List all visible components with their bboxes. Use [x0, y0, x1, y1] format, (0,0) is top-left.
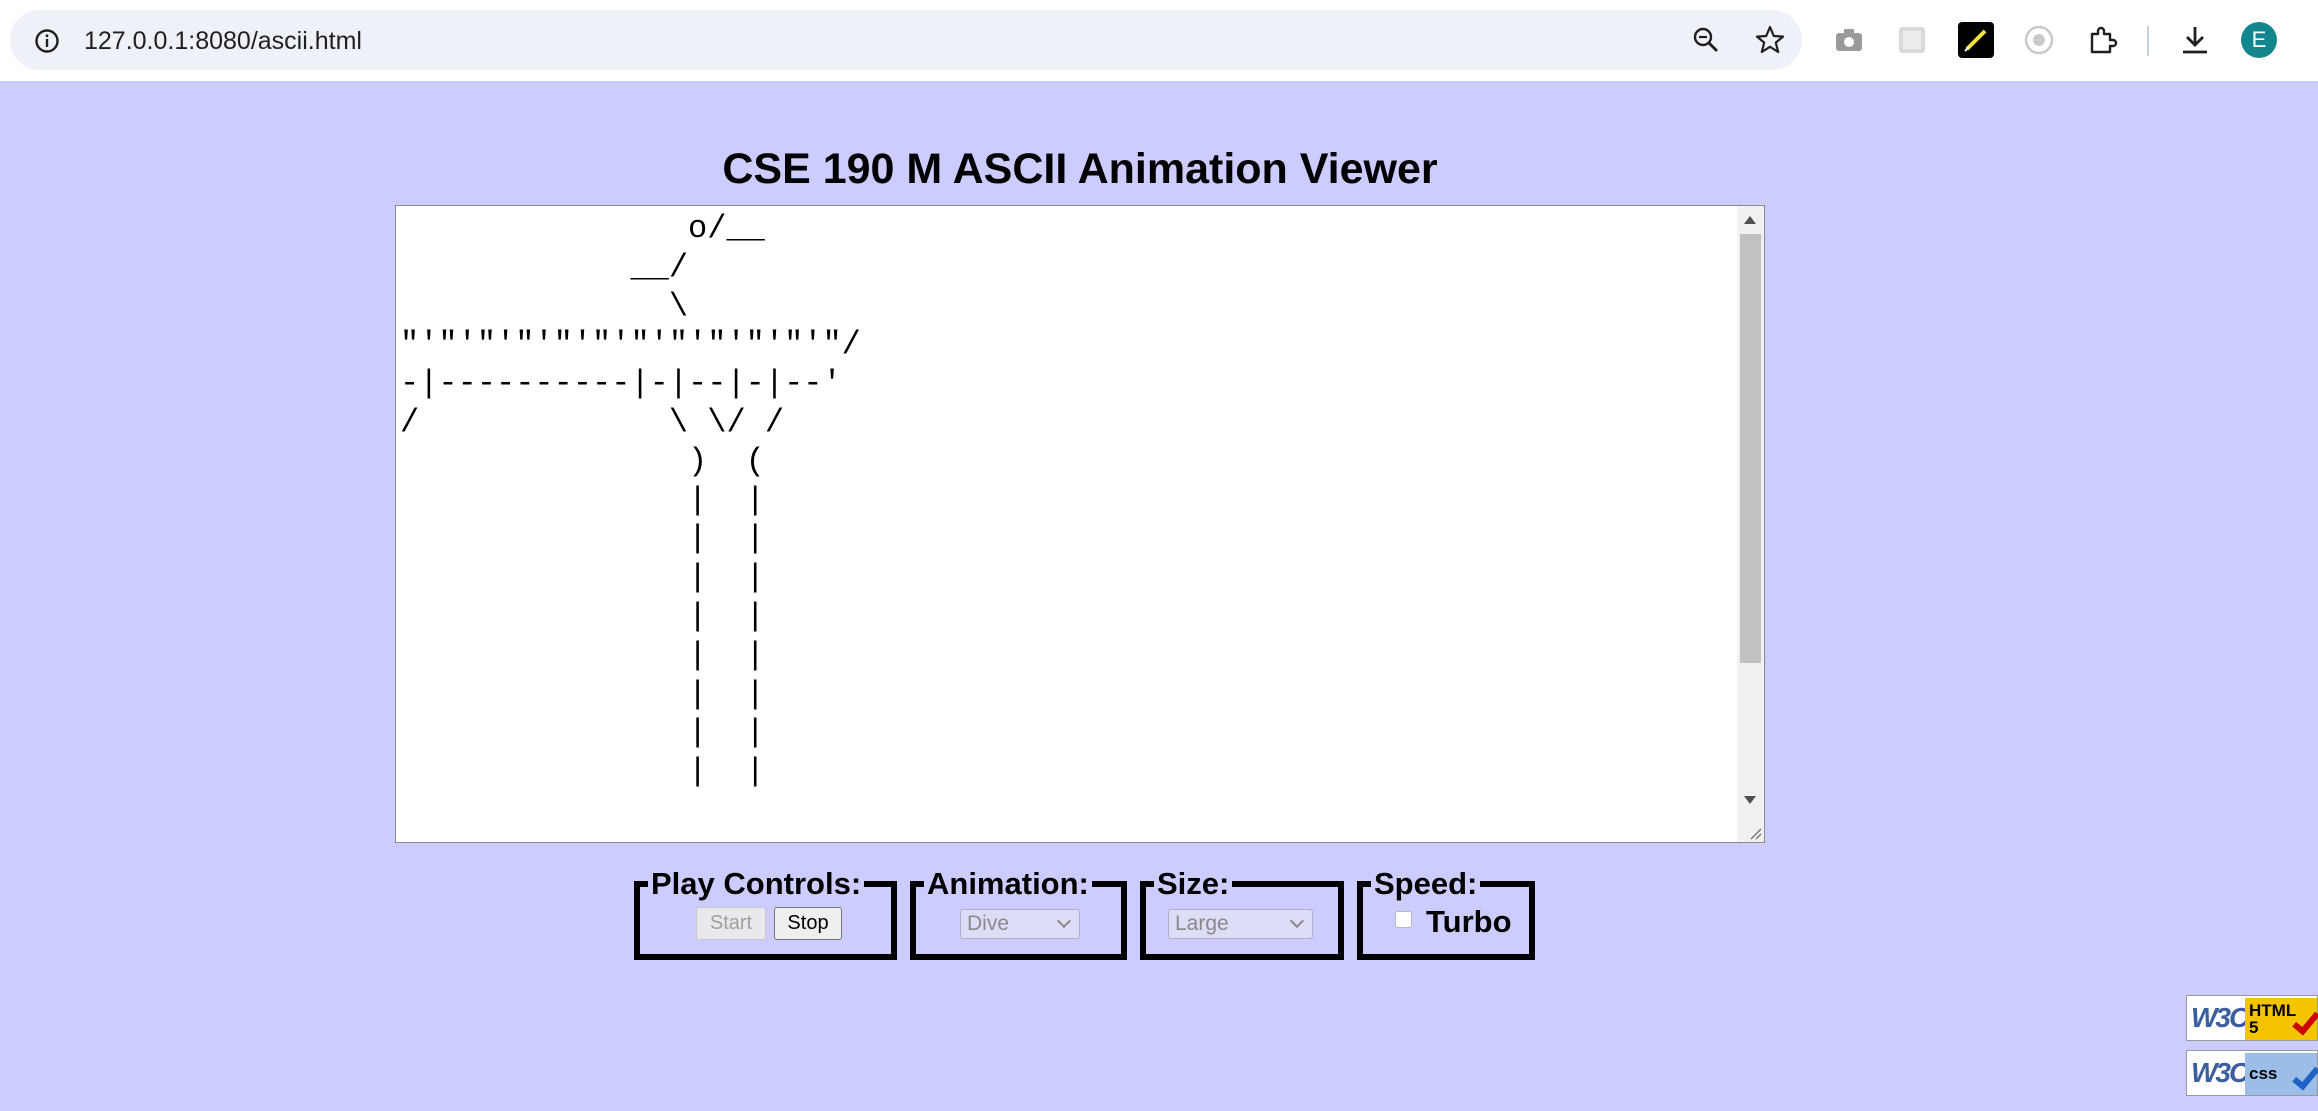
w3c-logo-icon: W3C [2191, 1002, 2249, 1033]
turbo-label[interactable]: Turbo [1426, 904, 1512, 940]
play-controls-legend: Play Controls: [651, 866, 862, 901]
animation-select[interactable]: Dive [960, 909, 1080, 939]
size-select[interactable]: Large [1168, 909, 1313, 939]
vertical-scrollbar[interactable] [1737, 206, 1764, 842]
scrollbar-thumb[interactable] [1740, 234, 1761, 663]
size-fieldset: Size: Large [1140, 868, 1344, 960]
scroll-up-arrow-icon[interactable] [1744, 216, 1756, 224]
start-button[interactable]: Start [696, 907, 766, 940]
zoom-icon[interactable] [1690, 24, 1722, 56]
ascii-display-textarea[interactable]: o/__ __/ \ "'"'"'"'"'"'"'"'"'"'"'"/ -|--… [395, 205, 1765, 843]
camera-icon[interactable] [1831, 22, 1867, 58]
ascii-frame-text[interactable]: o/__ __/ \ "'"'"'"'"'"'"'"'"'"'"'"/ -|--… [400, 210, 1730, 838]
scroll-down-arrow-icon[interactable] [1744, 796, 1756, 804]
download-icon[interactable] [2177, 22, 2213, 58]
animation-fieldset: Animation: Dive [910, 868, 1127, 960]
w3c-html5-valid-badge[interactable]: W3C HTML 5 [2186, 995, 2318, 1041]
size-selected-value: Large [1175, 912, 1229, 935]
pen-extension-icon[interactable] [1958, 22, 1994, 58]
w3c-css-valid-badge[interactable]: W3C css [2186, 1050, 2318, 1096]
site-info-icon[interactable] [34, 28, 60, 54]
chevron-down-icon [1056, 913, 1072, 929]
turbo-checkbox[interactable] [1395, 911, 1412, 928]
extension-grid-icon[interactable] [1894, 22, 1930, 58]
resize-grip-icon[interactable] [1746, 824, 1762, 840]
toolbar-divider [2147, 26, 2149, 56]
url-text[interactable]: 127.0.0.1:8080/ascii.html [84, 27, 362, 56]
css-badge-text: css [2249, 1064, 2278, 1083]
browser-toolbar: 127.0.0.1:8080/ascii.html E [0, 0, 2318, 81]
speed-fieldset: Speed: Turbo [1357, 868, 1535, 960]
profile-avatar[interactable]: E [2241, 22, 2277, 58]
animation-legend: Animation: [927, 866, 1089, 901]
html-badge-text: HTML 5 [2249, 1001, 2297, 1037]
stop-button[interactable]: Stop [774, 907, 842, 940]
bookmark-star-icon[interactable] [1754, 24, 1786, 56]
w3c-logo-icon: W3C [2191, 1057, 2249, 1088]
speed-legend: Speed: [1374, 866, 1478, 901]
play-controls-fieldset: Play Controls: Start Stop [634, 868, 897, 960]
address-bar[interactable]: 127.0.0.1:8080/ascii.html [10, 10, 1802, 70]
chevron-down-icon [1289, 913, 1305, 929]
size-legend: Size: [1157, 866, 1230, 901]
animation-selected-value: Dive [967, 912, 1010, 935]
puzzle-extensions-icon[interactable] [2084, 22, 2120, 58]
record-icon[interactable] [2021, 22, 2057, 58]
page-title: CSE 190 M ASCII Animation Viewer [722, 144, 1438, 193]
